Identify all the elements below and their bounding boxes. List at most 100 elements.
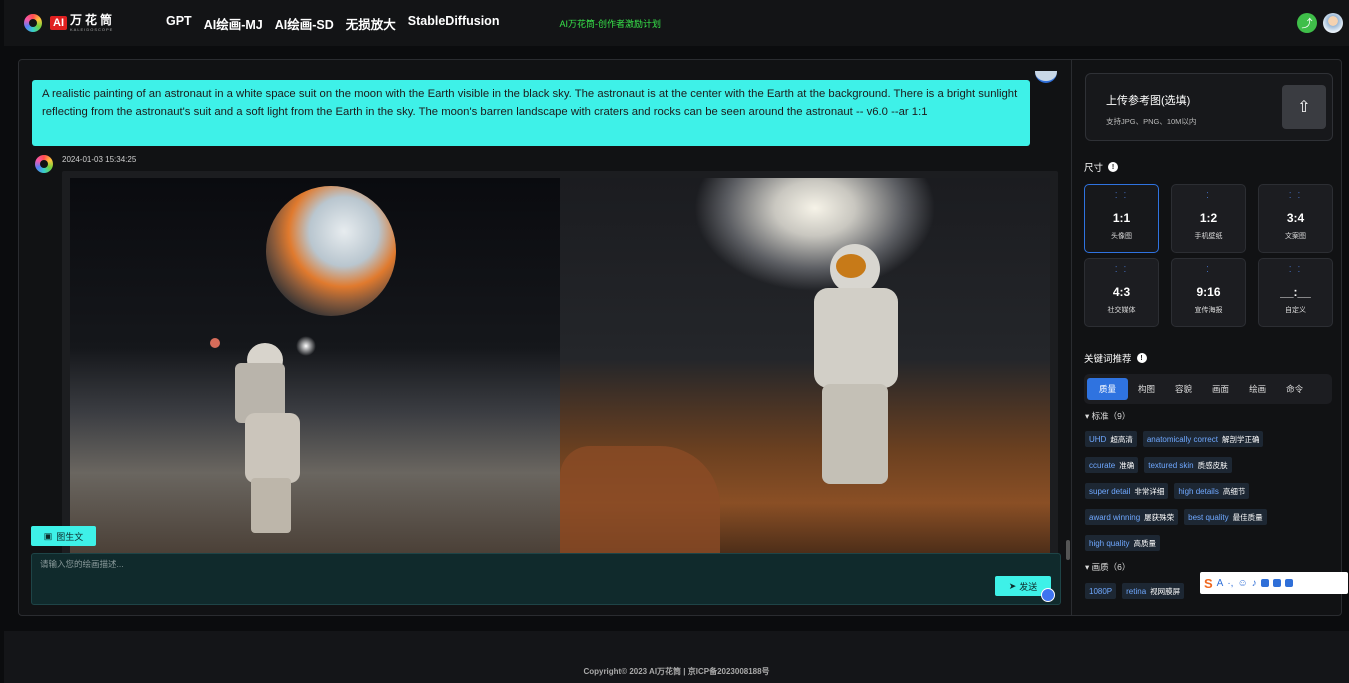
tab-quality[interactable]: 质量 (1087, 378, 1129, 400)
send-icon: ➤ (1008, 580, 1017, 591)
ratio-dots-icon: ⁚ ⁚ (1288, 191, 1303, 200)
astronaut-legs (822, 384, 888, 484)
image-to-text-label: 图生文 (56, 531, 84, 542)
tab-composition[interactable]: 构图 (1128, 378, 1165, 400)
tag-en: high details (1178, 486, 1219, 496)
keyword-tag[interactable]: high quality 高质量 (1085, 535, 1160, 551)
group-resolution-title[interactable]: ▾ 画质（6） (1085, 561, 1130, 573)
ime-keyboard-icon[interactable] (1260, 579, 1269, 587)
tag-cn: 高细节 (1222, 486, 1246, 496)
light-glow (296, 336, 316, 356)
orange-rocks (560, 446, 720, 556)
nav-ai-mj[interactable]: AI绘画-MJ (204, 14, 263, 33)
astronaut-body (814, 288, 898, 388)
ratio-dots-icon: ⁚ (1206, 191, 1211, 200)
reference-image-upload[interactable]: 上传参考图(选填) 支持JPG、PNG、10M以内 ⇧ (1085, 73, 1333, 141)
header-actions: ⤴ (1297, 13, 1343, 33)
ime-toolbox-icon[interactable] (1284, 579, 1293, 587)
user-avatar-icon (1035, 71, 1057, 83)
tag-cn: 非常详细 (1134, 486, 1165, 496)
size-option-9-16[interactable]: ⁚ 9:16 宣传海报 (1171, 258, 1246, 327)
settings-panel: 上传参考图(选填) 支持JPG、PNG、10M以内 ⇧ 尺寸 ! ⁚ ⁚ 1:1… (1071, 60, 1341, 615)
size-name: 自定义 (1285, 307, 1306, 314)
tag-cn: 视网膜屏 (1150, 586, 1181, 596)
keyword-tag[interactable]: super detail 非常详细 (1085, 483, 1169, 499)
message-timestamp: 2024-01-03 15:34:25 (62, 155, 137, 164)
tag-cn: 质感皮肤 (1197, 460, 1228, 470)
keyword-tag[interactable]: 1080P (1085, 583, 1117, 599)
aspect-ratio-grid: ⁚ ⁚ 1:1 头像图 ⁚ 1:2 手机壁纸 ⁚ ⁚ 3:4 文案图 ⁚ ⁚ 4… (1084, 184, 1334, 327)
size-name: 文案图 (1285, 233, 1306, 240)
size-name: 手机壁纸 (1194, 233, 1223, 240)
prompt-input[interactable] (32, 554, 1060, 604)
user-prompt-bubble: A realistic painting of an astronaut in … (32, 80, 1030, 146)
caret-down-icon: ▾ (1085, 411, 1092, 421)
astronaut-back-view (235, 343, 315, 533)
upload-icon[interactable]: ⇧ (1282, 85, 1326, 129)
keyword-tag[interactable]: anatomically correct 解剖学正确 (1142, 431, 1264, 447)
logo-subtitle: KALEIDOSCOPE (70, 27, 114, 32)
page-footer: Copyright© 2023 AI万花筒 | 京ICP备2023008188号 (4, 631, 1349, 683)
size-name: 宣传海报 (1194, 307, 1223, 314)
tag-cn: 屡获殊荣 (1144, 512, 1175, 522)
tab-scene[interactable]: 画面 (1202, 378, 1239, 400)
size-ratio: 3:4 (1286, 211, 1305, 225)
keyword-tag[interactable]: UHD 超高清 (1085, 431, 1137, 447)
size-label: 尺寸 (1084, 163, 1104, 174)
tag-en: high quality (1089, 538, 1130, 548)
upload-hint: 支持JPG、PNG、10M以内 (1106, 117, 1197, 126)
tab-appearance[interactable]: 容貌 (1165, 378, 1202, 400)
ime-mode-icon[interactable]: A (1217, 578, 1224, 589)
logo-text: 万花筒 KALEIDOSCOPE (70, 14, 115, 32)
logo-title: 万花筒 (70, 13, 116, 27)
keyword-tag[interactable]: best quality 最佳质量 (1184, 509, 1267, 525)
logo-badge: AI (50, 16, 67, 30)
info-icon[interactable]: ! (1136, 353, 1147, 363)
size-option-4-3[interactable]: ⁚ ⁚ 4:3 社交媒体 (1084, 258, 1159, 327)
size-option-1-2[interactable]: ⁚ 1:2 手机壁纸 (1171, 184, 1246, 253)
tab-command[interactable]: 命令 (1276, 378, 1313, 400)
site-logo[interactable]: AI 万花筒 KALEIDOSCOPE (24, 14, 142, 32)
assistant-bubble-icon[interactable] (1041, 588, 1055, 602)
top-navigation-bar: AI 万花筒 KALEIDOSCOPE GPT AI绘画-MJ AI绘画-SD … (4, 0, 1349, 46)
ime-skin-icon[interactable] (1272, 579, 1281, 587)
info-icon[interactable]: ! (1108, 162, 1119, 172)
nav-ai-sd[interactable]: AI绘画-SD (275, 14, 334, 33)
tag-row: high quality 高质量 (1085, 535, 1160, 551)
keyword-tag[interactable]: retina 视网膜屏 (1122, 583, 1185, 599)
ime-toolbar[interactable]: S A ·, ☺ ♪ (1200, 572, 1348, 594)
tag-en: anatomically correct (1146, 434, 1218, 444)
tab-painting[interactable]: 绘画 (1239, 378, 1276, 400)
nav-gpt[interactable]: GPT (166, 14, 192, 33)
size-option-custom[interactable]: ⁚ ⁚ __:__ 自定义 (1258, 258, 1333, 327)
keyword-tag[interactable]: textured skin 质感皮肤 (1144, 457, 1232, 473)
tag-cn: 高质量 (1133, 538, 1156, 548)
tag-en: textured skin (1148, 460, 1194, 470)
logo-ring-icon (24, 14, 42, 32)
creator-promo-link[interactable]: AI万花筒-创作者激励计划 (559, 17, 661, 30)
astronaut-visor (836, 254, 866, 278)
keyword-tag[interactable]: high details 高细节 (1174, 483, 1250, 499)
user-avatar-icon[interactable] (1323, 13, 1343, 33)
image-to-text-button[interactable]: ▣ 图生文 (31, 526, 96, 546)
generated-image-1[interactable] (70, 178, 560, 556)
ime-emoji-icon[interactable]: ☺ (1237, 578, 1247, 589)
send-label: 发送 (1019, 581, 1038, 592)
share-icon[interactable]: ⤴ (1297, 13, 1317, 33)
size-option-1-1[interactable]: ⁚ ⁚ 1:1 头像图 (1084, 184, 1159, 253)
generated-image-2[interactable] (560, 178, 1050, 556)
tag-en: UHD (1089, 434, 1107, 444)
keyword-tag[interactable]: ccurate 准确 (1085, 457, 1139, 473)
nav-upscale[interactable]: 无损放大 (346, 14, 396, 33)
chat-scrollbar[interactable] (1066, 540, 1070, 560)
keyword-tag[interactable]: award winning 屡获殊荣 (1085, 509, 1179, 525)
sogou-icon[interactable]: S (1204, 576, 1213, 591)
nav-stablediffusion[interactable]: StableDiffusion (408, 14, 500, 33)
group-standard-title[interactable]: ▾ 标准（9） (1085, 410, 1130, 422)
size-option-3-4[interactable]: ⁚ ⁚ 3:4 文案图 (1258, 184, 1333, 253)
ime-punct-icon[interactable]: ·, (1227, 578, 1233, 589)
generated-image-grid (62, 171, 1058, 556)
astronaut-body (245, 413, 300, 483)
ime-mic-icon[interactable]: ♪ (1252, 578, 1257, 589)
ratio-dots-icon: ⁚ ⁚ (1114, 265, 1129, 274)
